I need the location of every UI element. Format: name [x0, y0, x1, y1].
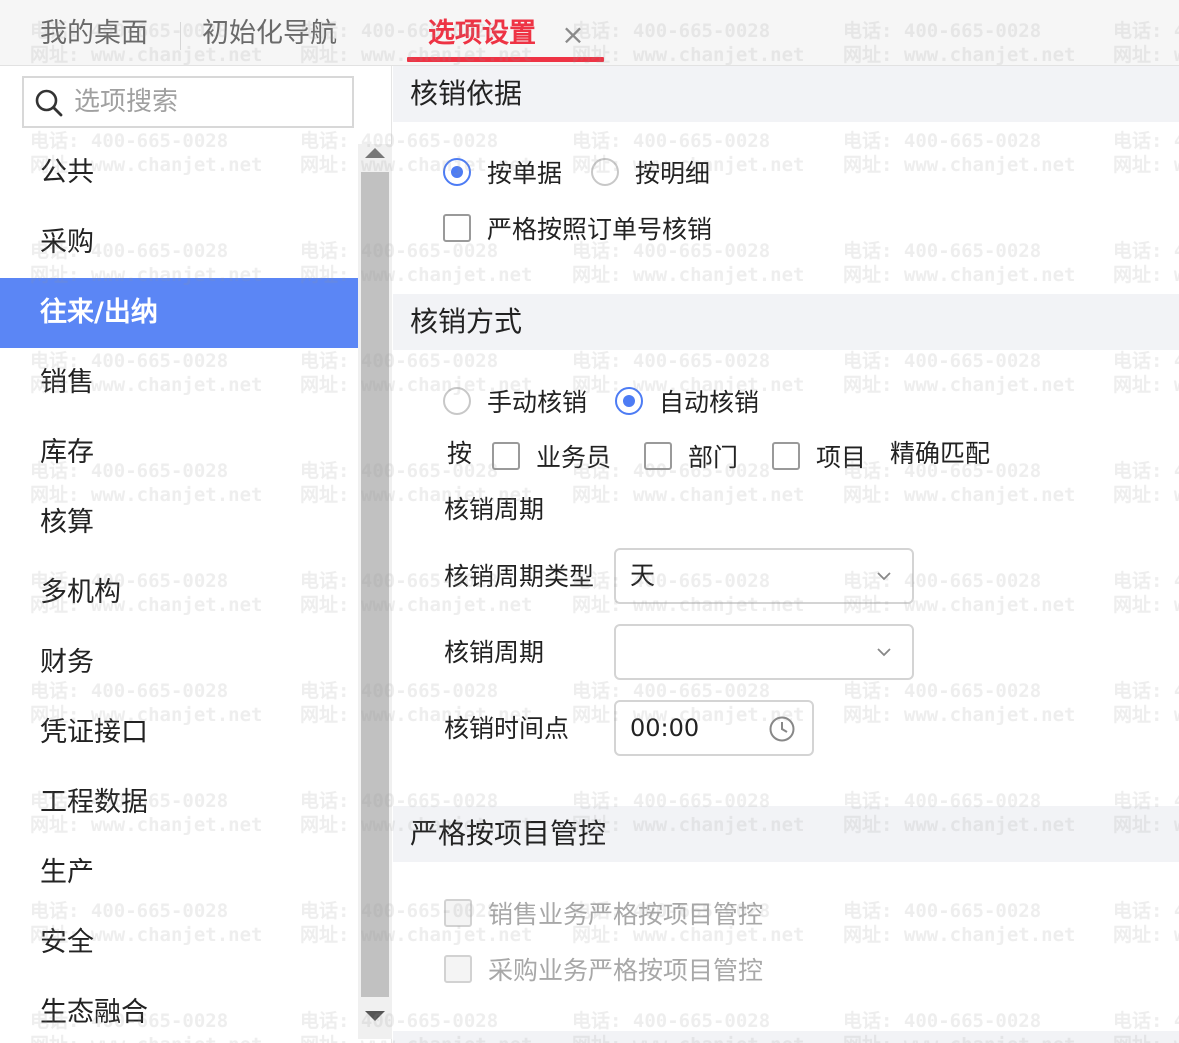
search-icon — [35, 89, 63, 117]
search-input[interactable] — [74, 84, 344, 120]
cycle-type-select[interactable]: 天 — [614, 548, 914, 604]
match-by-prefix-label: 按 — [447, 439, 473, 468]
checkbox-sales-project-control-box[interactable] — [444, 899, 472, 927]
radio-auto[interactable]: 自动核销 — [615, 383, 759, 419]
scroll-up-arrow-icon[interactable] — [365, 148, 385, 158]
cycle-type-label: 核销周期类型 — [444, 562, 595, 591]
checkbox-project[interactable]: 项目 — [772, 438, 866, 474]
sidebar-item-multi-org[interactable]: 多机构 — [0, 558, 358, 628]
checkbox-department-label: 部门 — [688, 443, 739, 472]
checkbox-sales-project-control-label: 销售业务严格按项目管控 — [488, 900, 764, 929]
checkbox-salesman-label: 业务员 — [536, 443, 612, 472]
tab-options-settings[interactable]: 选项设置 — [428, 14, 536, 54]
cycle-heading: 核销周期 — [444, 495, 545, 524]
sidebar-item-voucher-interface[interactable]: 凭证接口 — [0, 698, 358, 768]
tab-init-navigation[interactable]: 初始化导航 — [202, 14, 337, 54]
sidebar-item-ecosystem[interactable]: 生态融合 — [0, 978, 358, 1043]
checkbox-salesman[interactable]: 业务员 — [492, 438, 611, 474]
checkbox-purchase-project-control-label: 采购业务严格按项目管控 — [488, 956, 764, 985]
cycle-type-value: 天 — [630, 561, 656, 590]
section-header-project-control: 严格按项目管控 — [393, 806, 1179, 862]
sidebar-item-receivable-cashier[interactable]: 往来/出纳 — [0, 278, 358, 348]
radio-by-detail-label: 按明细 — [635, 159, 711, 188]
sidebar-item-finance[interactable]: 财务 — [0, 628, 358, 698]
options-content: 核销依据 按单据 按明细 严格按照订单号核销 核销方式 手动核销 自动核销 按 … — [393, 66, 1179, 1043]
chevron-down-icon — [877, 648, 891, 657]
sidebar-item-security[interactable]: 安全 — [0, 908, 358, 978]
time-point-picker[interactable]: 00:00 — [614, 700, 814, 756]
tab-divider — [180, 22, 181, 50]
radio-manual-circle[interactable] — [443, 387, 471, 415]
cycle-label: 核销周期 — [444, 638, 545, 667]
checkbox-department[interactable]: 部门 — [644, 438, 738, 474]
search-box[interactable] — [22, 76, 354, 128]
clock-icon[interactable] — [768, 715, 796, 743]
time-point-value: 00:00 — [630, 714, 700, 742]
sidebar-item-inventory[interactable]: 库存 — [0, 418, 358, 488]
sidebar-item-sales[interactable]: 销售 — [0, 348, 358, 418]
sidebar-scrollbar[interactable] — [358, 144, 392, 1039]
radio-by-detail-circle[interactable] — [591, 158, 619, 186]
sidebar-item-engineering-data[interactable]: 工程数据 — [0, 768, 358, 838]
checkbox-project-label: 项目 — [816, 443, 867, 472]
sidebar-item-public[interactable]: 公共 — [0, 138, 358, 208]
tab-my-desktop[interactable]: 我的桌面 — [40, 14, 148, 54]
active-tab-indicator — [407, 57, 604, 62]
scroll-down-arrow-icon[interactable] — [365, 1011, 385, 1021]
exact-match-label: 精确匹配 — [890, 439, 991, 468]
radio-by-document[interactable]: 按单据 — [443, 154, 562, 190]
sidebar-item-production[interactable]: 生产 — [0, 838, 358, 908]
cycle-select[interactable] — [614, 624, 914, 680]
scrollbar-thumb[interactable] — [361, 172, 389, 997]
section-header-method: 核销方式 — [393, 294, 1179, 350]
checkbox-strict-order-label: 严格按照订单号核销 — [487, 215, 713, 244]
sidebar-menu: 公共 采购 往来/出纳 销售 库存 核算 多机构 财务 凭证接口 工程数据 生产… — [0, 138, 358, 1043]
tab-bar: 我的桌面 初始化导航 选项设置 × — [0, 0, 1179, 66]
section-header-next — [393, 1031, 1179, 1043]
radio-auto-circle[interactable] — [615, 387, 643, 415]
time-point-label: 核销时间点 — [444, 714, 570, 743]
checkbox-purchase-project-control-box[interactable] — [444, 955, 472, 983]
radio-manual[interactable]: 手动核销 — [443, 383, 587, 419]
radio-by-document-label: 按单据 — [487, 159, 563, 188]
checkbox-salesman-box[interactable] — [492, 442, 520, 470]
radio-by-document-circle[interactable] — [443, 158, 471, 186]
radio-manual-label: 手动核销 — [487, 388, 588, 417]
checkbox-department-box[interactable] — [644, 442, 672, 470]
radio-auto-label: 自动核销 — [659, 388, 760, 417]
close-icon[interactable]: × — [560, 20, 586, 50]
section-title-basis: 核销依据 — [410, 77, 523, 110]
checkbox-sales-project-control[interactable]: 销售业务严格按项目管控 — [444, 895, 763, 931]
checkbox-strict-order-box[interactable] — [443, 214, 471, 242]
radio-by-detail[interactable]: 按明细 — [591, 154, 710, 190]
checkbox-strict-order[interactable]: 严格按照订单号核销 — [443, 210, 712, 246]
chevron-down-icon — [877, 572, 891, 581]
section-header-basis: 核销依据 — [393, 66, 1179, 122]
sidebar-item-accounting[interactable]: 核算 — [0, 488, 358, 558]
checkbox-project-box[interactable] — [772, 442, 800, 470]
options-sidebar: 公共 采购 往来/出纳 销售 库存 核算 多机构 财务 凭证接口 工程数据 生产… — [0, 66, 392, 1043]
checkbox-purchase-project-control[interactable]: 采购业务严格按项目管控 — [444, 951, 763, 987]
section-title-method: 核销方式 — [410, 305, 523, 338]
section-title-project-control: 严格按项目管控 — [410, 817, 607, 850]
sidebar-item-purchase[interactable]: 采购 — [0, 208, 358, 278]
